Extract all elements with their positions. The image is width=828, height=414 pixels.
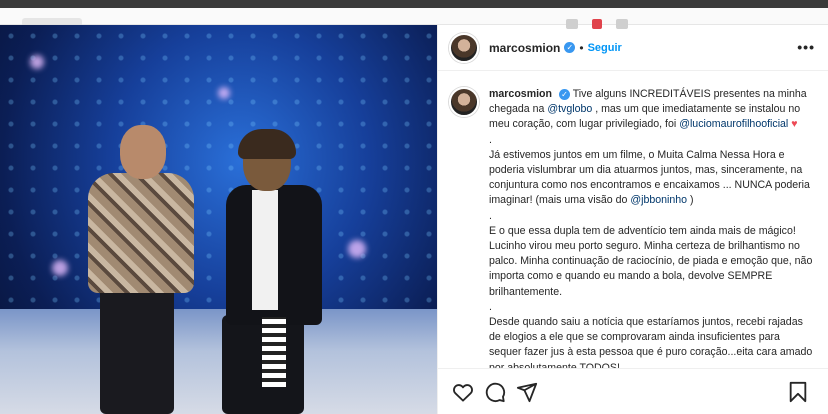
share-icon[interactable] <box>514 379 540 405</box>
window-top-bar <box>0 0 828 8</box>
person-right-scarf <box>262 317 286 387</box>
person-left-sweater <box>88 173 194 293</box>
verified-badge-icon: ✓ <box>564 42 576 53</box>
caption-paragraph-2: Já estivemos juntos em um filme, o Muita… <box>489 148 815 209</box>
comment-icon[interactable] <box>482 379 508 405</box>
stage-light <box>30 55 44 69</box>
avatar[interactable] <box>449 32 479 63</box>
comments-area[interactable]: marcosmion ✓ Tive alguns INCREDITÁVEIS p… <box>438 72 828 368</box>
separator: . <box>489 209 492 222</box>
heart-emoji: ♥ <box>791 118 798 131</box>
caption-paragraph-2-b: (mais uma visão do <box>535 194 628 207</box>
caption-author[interactable]: marcosmion <box>489 88 552 100</box>
nav-bar-partial <box>0 8 828 29</box>
follow-button[interactable]: Seguir <box>588 42 622 54</box>
bookmark-icon[interactable] <box>785 379 811 405</box>
mention-luciomaurofilho[interactable]: @luciomaurofilhooficial <box>679 118 788 130</box>
more-options-icon[interactable]: ••• <box>797 39 815 55</box>
avatar[interactable] <box>449 87 479 117</box>
caption-paragraph-3: E o que essa dupla tem de adventício tem… <box>489 224 813 298</box>
caption-paragraph-2-c: ) <box>690 194 694 207</box>
separator: . <box>489 133 492 146</box>
mention-jbboninho[interactable]: @jbboninho <box>630 194 687 206</box>
stage-floor <box>0 309 437 414</box>
caption-paragraph-4: Desde quando saiu a notícia que estaríam… <box>489 316 813 368</box>
stage-light <box>52 260 68 276</box>
separator-dot: • <box>579 40 584 55</box>
caption-text: marcosmion ✓ Tive alguns INCREDITÁVEIS p… <box>489 87 815 368</box>
action-bar <box>438 368 828 414</box>
post-image[interactable] <box>0 25 437 414</box>
username[interactable]: marcosmion <box>489 41 560 55</box>
post-sidebar: marcosmion ✓ • Seguir ••• marcosmion ✓ T… <box>437 25 828 414</box>
person-left-legs <box>100 287 174 414</box>
caption-block: marcosmion ✓ Tive alguns INCREDITÁVEIS p… <box>449 87 815 368</box>
separator: . <box>489 300 492 313</box>
post-modal: marcosmion ✓ • Seguir ••• marcosmion ✓ T… <box>0 25 828 414</box>
verified-badge-icon: ✓ <box>558 89 570 101</box>
heart-icon[interactable] <box>450 379 476 405</box>
mention-tvglobo[interactable]: @tvglobo <box>547 103 592 115</box>
post-header: marcosmion ✓ • Seguir ••• <box>438 25 828 71</box>
person-left-head <box>120 125 166 179</box>
person-right-shirt <box>252 190 278 310</box>
stage-light <box>218 87 230 99</box>
person-right-hair <box>238 129 296 159</box>
stage-light <box>348 240 366 258</box>
